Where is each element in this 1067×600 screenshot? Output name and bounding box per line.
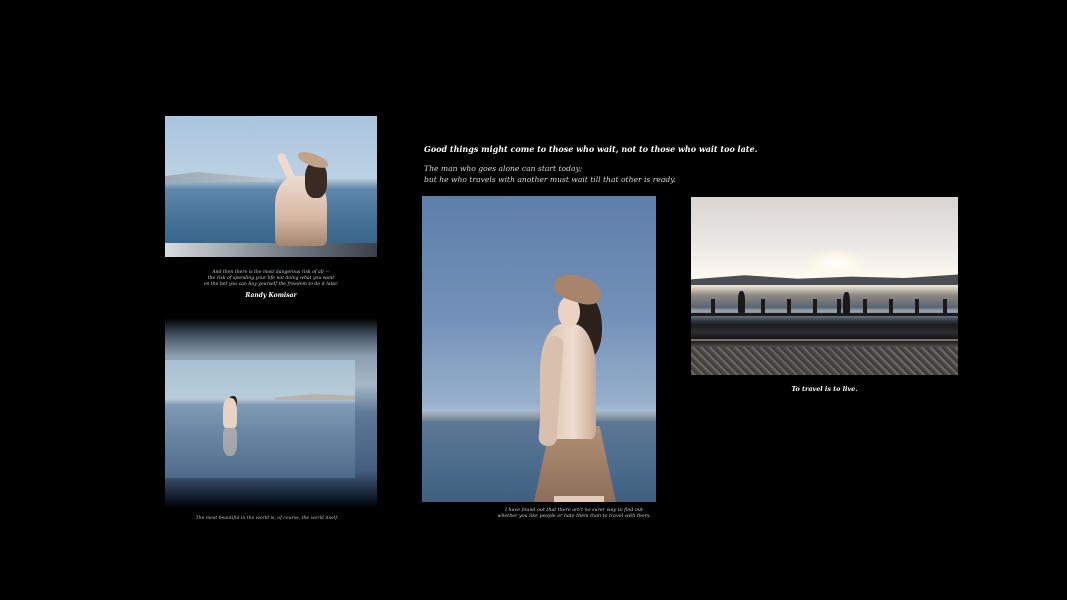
quote-line: The man who goes alone can start today;: [424, 164, 583, 173]
photo1-caption-line: on the bet you can buy yourself the free…: [203, 282, 339, 288]
photo3-caption: I have found out that there ain't no sur…: [486, 508, 662, 521]
photo-woman-sitting-lake[interactable]: [165, 116, 377, 257]
rock-ledge: [165, 243, 377, 257]
photo-woman-portrait-hat[interactable]: [422, 196, 656, 502]
photo2-caption: The most beautiful in the world is, of c…: [165, 516, 369, 522]
rail-track: [691, 313, 958, 316]
quote-body: The man who goes alone can start today; …: [424, 163, 676, 185]
photo-sunset-railway[interactable]: [691, 197, 958, 375]
distant-hills: [165, 172, 275, 182]
photo1-caption-author: Randy Komisar: [245, 291, 297, 299]
person-silhouette: [738, 291, 745, 313]
distant-shore: [275, 394, 355, 400]
kneeling-figure: [223, 398, 237, 428]
water-reflection: [223, 428, 237, 456]
photo4-caption: To travel is to live.: [691, 385, 958, 394]
photo4-caption-text: To travel is to live.: [791, 385, 858, 393]
photo1-caption: And then there is the most dangerous ris…: [165, 270, 377, 300]
quote-title: Good things might come to those who wait…: [424, 144, 758, 154]
photo2-caption-text: The most beautiful in the world is, of c…: [195, 516, 339, 521]
rail-track: [691, 339, 958, 341]
gravel-bed: [691, 347, 958, 375]
setting-sun: [806, 249, 866, 279]
photo3-caption-line: whether you like people or hate them tha…: [497, 514, 651, 520]
gallery-page: And then there is the most dangerous ris…: [0, 0, 1067, 600]
photo-woman-reflection[interactable]: [165, 318, 377, 508]
inner-photo-frame: [165, 360, 355, 478]
quote-line: but he who travels with another must wai…: [424, 175, 676, 184]
legs: [554, 496, 604, 502]
person-silhouette: [843, 292, 850, 314]
